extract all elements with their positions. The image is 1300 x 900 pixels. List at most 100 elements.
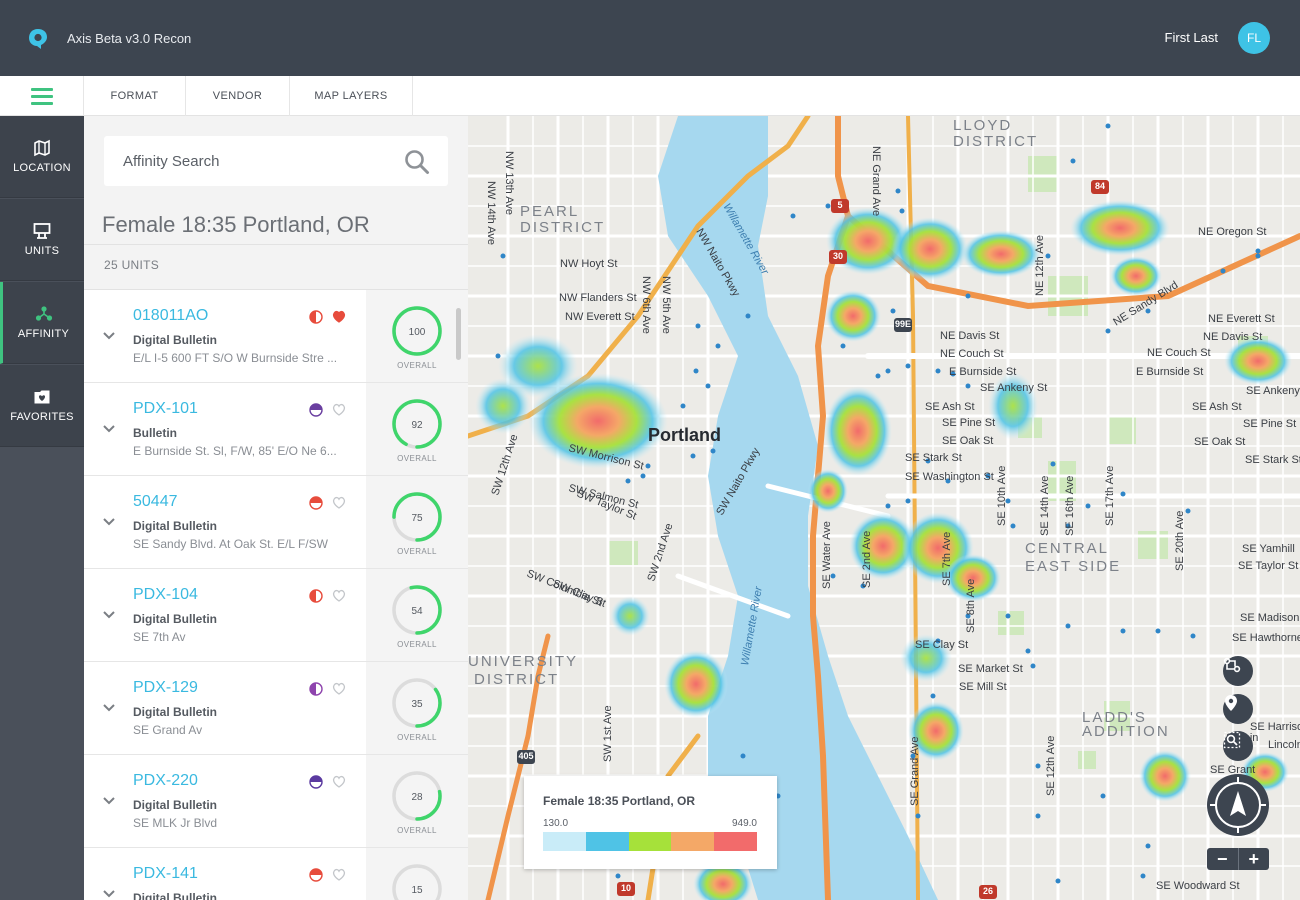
- unit-row[interactable]: PDX-129 Digital Bulletin SE Grand Av 35 OVER…: [84, 662, 468, 755]
- map-label-district: LLOYD: [953, 117, 1012, 134]
- legend-color-scale: [543, 832, 757, 851]
- unit-id[interactable]: 50447: [133, 493, 178, 511]
- score-value: 100: [409, 327, 426, 338]
- map-label-street: NE 12th Ave: [1034, 235, 1046, 296]
- heart-icon[interactable]: [332, 682, 346, 695]
- tab-format[interactable]: FORMAT: [84, 76, 186, 116]
- chevron-down-icon[interactable]: [103, 611, 115, 619]
- unit-type: Digital Bulletin: [133, 891, 217, 900]
- route-button[interactable]: [1223, 656, 1253, 686]
- chevron-down-icon[interactable]: [103, 518, 115, 526]
- unit-row-main[interactable]: PDX-220 Digital Bulletin SE MLK Jr Blvd: [84, 755, 366, 847]
- map-label-shield: 405: [518, 751, 533, 761]
- chevron-down-icon[interactable]: [103, 332, 115, 340]
- score-label: OVERALL: [397, 454, 437, 463]
- unit-address: E/L I-5 600 FT S/O W Burnside Stre ...: [133, 351, 338, 365]
- search-icon[interactable]: [404, 149, 430, 175]
- legend-max: 949.0: [731, 818, 757, 829]
- unit-id[interactable]: PDX-141: [133, 865, 198, 883]
- chevron-down-icon[interactable]: [103, 425, 115, 433]
- user-name[interactable]: First Last: [1165, 30, 1218, 45]
- unit-id[interactable]: PDX-129: [133, 679, 198, 697]
- unit-type: Digital Bulletin: [133, 333, 217, 347]
- menu-button[interactable]: [0, 76, 84, 116]
- heart-icon[interactable]: [332, 403, 346, 416]
- map-label-street: NE Grand Ave: [870, 146, 882, 216]
- unit-score: 28 OVERALL: [366, 755, 468, 847]
- unit-row[interactable]: PDX-104 Digital Bulletin SE 7th Av 54 OVERAL…: [84, 569, 468, 662]
- legend-swatch: [585, 832, 629, 851]
- map-label-street: NW 13th Ave: [503, 151, 515, 215]
- unit-address: E Burnside St. Sl, F/W, 85' E/O Ne 6...: [133, 444, 337, 458]
- unit-row[interactable]: PDX-101 Bulletin E Burnside St. Sl, F/W, 8…: [84, 383, 468, 476]
- map-label-street: SE 7th Ave: [941, 532, 953, 586]
- legend-min: 130.0: [543, 818, 569, 829]
- unit-id[interactable]: PDX-220: [133, 772, 198, 790]
- unit-row[interactable]: 018011AO Digital Bulletin E/L I-5 600 FT S…: [84, 290, 468, 383]
- map-label-shield: 84: [1095, 181, 1105, 191]
- chevron-down-icon[interactable]: [103, 704, 115, 712]
- unit-score: 92 OVERALL: [366, 383, 468, 475]
- chevron-down-icon[interactable]: [103, 890, 115, 898]
- unit-score: 54 OVERALL: [366, 569, 468, 661]
- map-label-street: E Burnside St: [949, 366, 1016, 378]
- pie-icon: [309, 403, 323, 417]
- zoom-search-icon: [1223, 731, 1241, 749]
- unit-type: Digital Bulletin: [133, 519, 217, 533]
- map-label-street: SE Pine St: [1243, 418, 1296, 430]
- half-circle-icon: [309, 310, 323, 324]
- tab-map-layers[interactable]: MAP LAYERS: [290, 76, 413, 116]
- scrollbar-thumb[interactable]: [456, 308, 461, 360]
- score-label: OVERALL: [397, 640, 437, 649]
- map-label-street: SE Madison: [1240, 612, 1299, 624]
- nav-item-affinity[interactable]: AFFINITY: [0, 282, 84, 364]
- pin-button[interactable]: [1223, 694, 1253, 724]
- zoom-search-button[interactable]: [1223, 731, 1253, 761]
- map-label-street: SE Mill St: [959, 681, 1007, 693]
- avatar[interactable]: FL: [1238, 22, 1270, 54]
- map-view[interactable]: LLOYD DISTRICT PEARL DISTRICT CENTRAL EAST SI…: [468, 116, 1300, 900]
- tab-vendor[interactable]: VENDOR: [186, 76, 290, 116]
- zoom-out-button[interactable]: −: [1207, 848, 1238, 870]
- map-label-district: UNIVERSITY: [468, 653, 578, 670]
- results-title: Female 18:35 Portland, OR: [102, 212, 370, 237]
- heart-icon[interactable]: [332, 775, 346, 788]
- zoom-in-button[interactable]: +: [1239, 848, 1270, 870]
- unit-row[interactable]: 50447 Digital Bulletin SE Sandy Blvd. At O…: [84, 476, 468, 569]
- score-gauge: 75: [392, 492, 442, 542]
- unit-row-main[interactable]: PDX-129 Digital Bulletin SE Grand Av: [84, 662, 366, 754]
- unit-row[interactable]: PDX-220 Digital Bulletin SE MLK Jr Blvd 28 O…: [84, 755, 468, 848]
- affinity-search-input[interactable]: [123, 150, 383, 172]
- nav-item-location[interactable]: LOCATION: [0, 116, 84, 198]
- network-icon: [35, 306, 52, 321]
- score-label: OVERALL: [397, 547, 437, 556]
- map-label-street: SE Oak St: [942, 435, 993, 447]
- folder-heart-icon: [34, 390, 50, 404]
- unit-row-main[interactable]: 50447 Digital Bulletin SE Sandy Blvd. At O…: [84, 476, 366, 568]
- billboard-icon: [33, 223, 51, 239]
- map-label-street: NW 6th Ave: [640, 276, 652, 334]
- nav-item-units[interactable]: UNITS: [0, 199, 84, 281]
- map-label-street: NW Flanders St: [559, 292, 637, 304]
- unit-row-main[interactable]: 018011AO Digital Bulletin E/L I-5 600 FT S…: [84, 290, 366, 382]
- unit-row-main[interactable]: PDX-101 Bulletin E Burnside St. Sl, F/W, 8…: [84, 383, 366, 475]
- unit-id[interactable]: PDX-101: [133, 400, 198, 418]
- map-label-street: SE Ash St: [925, 401, 975, 413]
- heart-icon[interactable]: [332, 496, 346, 509]
- map-label-street: SE 17th Ave: [1104, 466, 1116, 526]
- heart-icon[interactable]: [332, 589, 346, 602]
- unit-row-main[interactable]: PDX-141 Digital Bulletin: [84, 848, 366, 900]
- map-label-street: SE 14th Ave: [1039, 476, 1051, 536]
- unit-row[interactable]: PDX-141 Digital Bulletin 15OVERALL: [84, 848, 468, 900]
- unit-type: Bulletin: [133, 426, 177, 440]
- chevron-down-icon[interactable]: [103, 797, 115, 805]
- unit-id[interactable]: 018011AO: [133, 307, 208, 325]
- unit-row-main[interactable]: PDX-104 Digital Bulletin SE 7th Av: [84, 569, 366, 661]
- nav-item-favorites[interactable]: FAVORITES: [0, 365, 84, 447]
- score-value: 75: [411, 513, 423, 524]
- compass-control[interactable]: [1207, 774, 1269, 836]
- logo-icon: [29, 29, 47, 49]
- heart-icon[interactable]: [332, 310, 346, 323]
- unit-id[interactable]: PDX-104: [133, 586, 198, 604]
- heart-icon[interactable]: [332, 868, 346, 881]
